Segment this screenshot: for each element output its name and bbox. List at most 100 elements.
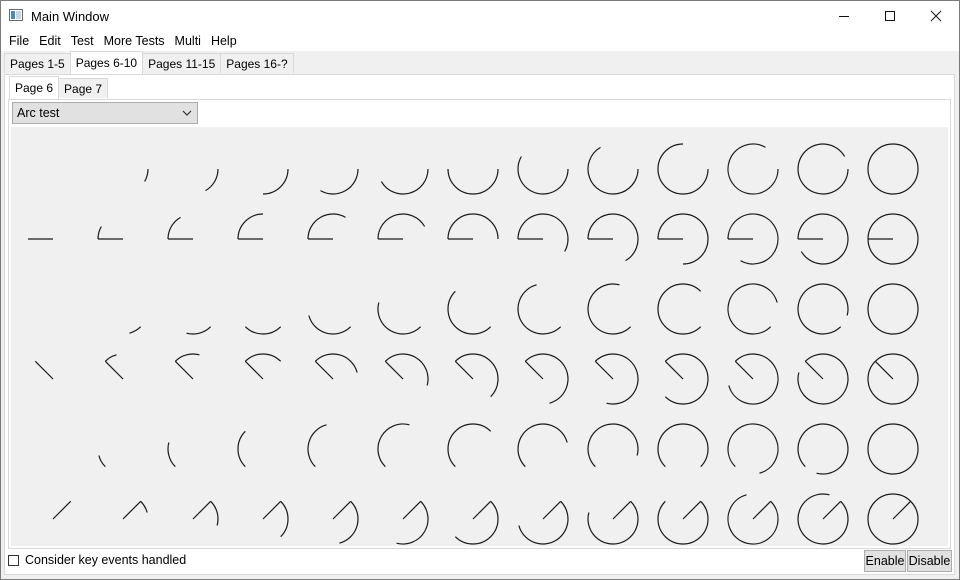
arc-stroke: [797, 143, 849, 195]
menu-file[interactable]: File: [4, 31, 34, 51]
arc-radius-line: [384, 360, 404, 380]
arc-cell: [332, 500, 359, 544]
arc-stroke: [307, 213, 346, 240]
window-title: Main Window: [31, 9, 110, 24]
arc-stroke: [587, 213, 639, 262]
key-events-label: Consider key events handled: [25, 553, 187, 567]
menu-edit[interactable]: Edit: [34, 31, 66, 51]
arc-stroke: [377, 302, 422, 335]
tab-pages-11-15[interactable]: Pages 11-15: [142, 53, 222, 73]
close-icon[interactable]: [913, 1, 959, 31]
tab-page-6[interactable]: Page 6: [9, 76, 60, 99]
arc-cell: [307, 213, 346, 240]
arc-stroke: [377, 423, 410, 468]
arc-cell: [727, 143, 779, 195]
menu-more-tests[interactable]: More Tests: [99, 31, 170, 51]
tab-page-7[interactable]: Page 7: [58, 78, 109, 98]
arc-stroke: [307, 424, 327, 468]
arc-stroke: [210, 500, 219, 526]
arc-cell: [727, 423, 779, 474]
arc-stroke: [167, 442, 176, 468]
arc-cell: [237, 430, 246, 468]
disable-button[interactable]: Disable: [907, 550, 952, 572]
arc-cell: [587, 500, 639, 545]
arc-stroke: [377, 213, 426, 240]
arc-cell: [727, 213, 779, 265]
arc-radius-line: [314, 360, 334, 380]
arc-stroke: [244, 326, 282, 335]
menu-help[interactable]: Help: [206, 31, 242, 51]
tab-pages-1-5[interactable]: Pages 1-5: [4, 53, 71, 73]
arc-stroke: [104, 354, 117, 362]
arc-cell: [307, 424, 327, 468]
menu-test[interactable]: Test: [66, 31, 99, 51]
arc-cell: [657, 283, 702, 335]
arc-radius-line: [752, 500, 772, 520]
key-events-checkbox[interactable]: [8, 554, 19, 566]
menu-multi[interactable]: Multi: [170, 31, 206, 51]
arc-stroke: [587, 423, 639, 468]
arc-test-canvas: [11, 127, 948, 546]
arc-stroke: [205, 168, 219, 192]
arc-cell: [244, 353, 282, 380]
arc-cell: [657, 143, 709, 195]
arc-cell: [52, 500, 72, 520]
test-select-combo[interactable]: Arc test: [12, 102, 198, 124]
arc-radius-line: [174, 360, 194, 380]
tab-pages-6-10[interactable]: Pages 6-10: [69, 51, 144, 74]
chevron-down-icon[interactable]: [181, 103, 193, 123]
maximize-icon[interactable]: [867, 1, 913, 31]
arc-stroke: [594, 353, 639, 405]
arc-radius-line: [332, 500, 352, 520]
arc-radius-line: [402, 500, 422, 520]
arc-cell: [314, 353, 358, 380]
arc-stroke: [308, 315, 352, 335]
arc-stroke: [867, 283, 919, 335]
arc-radius-line: [804, 360, 824, 380]
arc-cell: [594, 353, 639, 405]
arc-cell: [797, 213, 849, 265]
arc-stroke: [867, 143, 919, 195]
arc-stroke: [797, 423, 849, 475]
arc-cell: [517, 284, 562, 335]
arc-cell: [167, 442, 176, 468]
arc-cell: [587, 283, 632, 335]
title-bar[interactable]: Main Window: [1, 1, 959, 31]
arc-radius-line: [262, 500, 282, 520]
arc-radius-line: [52, 500, 72, 520]
tab-pages-16[interactable]: Pages 16-?: [220, 53, 294, 73]
arc-cell: [97, 226, 123, 240]
arc-cell: [517, 213, 569, 252]
arc-cell: [728, 353, 779, 405]
arc-stroke: [380, 168, 429, 195]
arc-radius-line: [542, 500, 562, 520]
arc-cell: [377, 213, 426, 240]
arc-radius-line: [472, 500, 492, 520]
arc-cell: [308, 315, 352, 335]
arc-cell: [144, 168, 149, 182]
menu-bar: File Edit Test More Tests Multi Help: [1, 31, 959, 51]
arc-cell: [262, 500, 289, 538]
arc-stroke: [396, 500, 429, 545]
arc-radius-line: [734, 360, 754, 380]
arc-cell: [129, 326, 142, 334]
arc-cell: [797, 493, 849, 545]
arc-stroke: [657, 283, 702, 335]
arc-cell: [517, 423, 568, 468]
arc-cell: [587, 213, 639, 262]
arc-radius-line: [34, 360, 54, 380]
arc-cell: [867, 353, 919, 405]
minimize-icon[interactable]: [821, 1, 867, 31]
arc-cell: [377, 302, 422, 335]
main-window: Main Window File Edit Test More Tests Mu…: [0, 0, 960, 580]
arc-stroke: [98, 455, 106, 468]
arc-stroke: [454, 353, 499, 398]
enable-button[interactable]: Enable: [864, 550, 906, 572]
arc-cell: [657, 423, 709, 468]
arc-cell: [262, 168, 289, 195]
arc-stroke: [727, 423, 779, 474]
arc-radius-line: [594, 360, 614, 380]
arc-stroke: [167, 216, 181, 240]
key-events-option[interactable]: Consider key events handled: [8, 553, 186, 567]
arc-stroke: [320, 168, 359, 195]
